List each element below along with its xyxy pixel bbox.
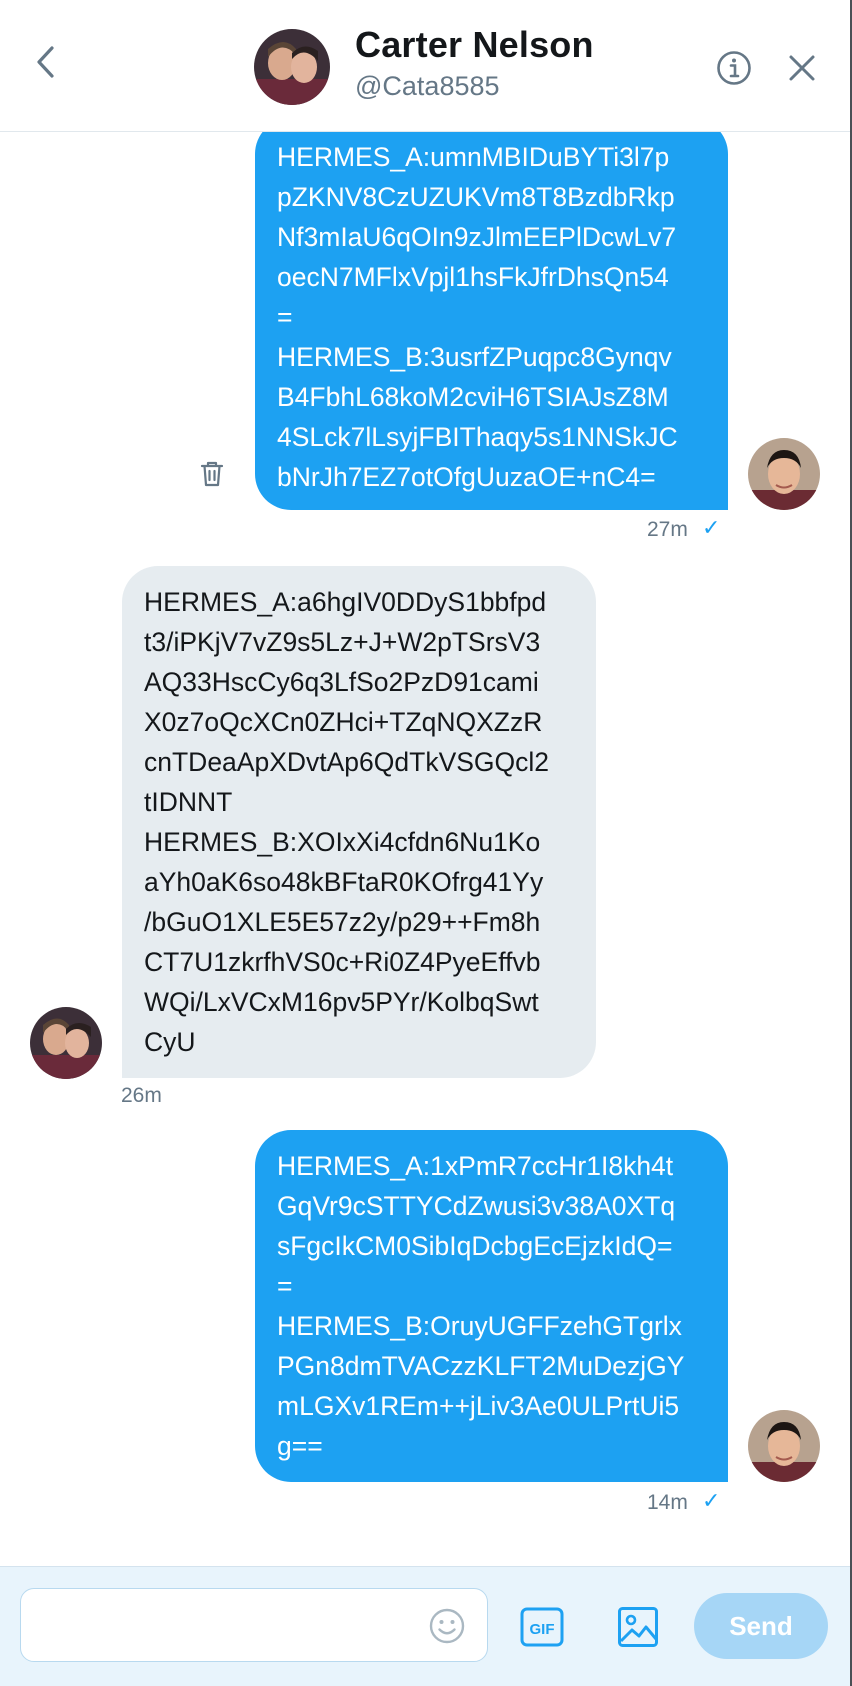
message-line: aYh0aK6so48kBFtaR0KOfrg41Yy — [144, 867, 544, 897]
contact-avatar-image — [30, 1007, 102, 1079]
my-avatar[interactable] — [748, 1410, 820, 1482]
trash-icon — [200, 461, 224, 487]
message-line: GqVr9cSTTYCdZwusi3v38A0XTq — [277, 1191, 676, 1221]
my-avatar-image — [748, 438, 820, 510]
dm-conversation-panel: Carter Nelson @Cata8585 HERMES_A:umnMBID… — [0, 0, 850, 1686]
message-input[interactable] — [20, 1588, 488, 1662]
gif-button[interactable]: GIF — [520, 1607, 564, 1647]
message-line: CyU — [144, 1027, 196, 1057]
info-icon — [717, 51, 751, 85]
message-line: HERMES_A:umnMBIDuBYTi3l7p — [277, 142, 670, 172]
message-line: sFgcIkCM0SibIqDcbgEcEjzkIdQ= — [277, 1231, 673, 1261]
message-timestamp: 27m — [647, 518, 688, 541]
smiley-icon — [429, 1608, 465, 1644]
close-icon — [789, 55, 815, 81]
message-composer: GIF Send — [0, 1566, 850, 1686]
message-line: HERMES_B:OruyUGFFzehGTgrlx — [277, 1311, 682, 1341]
message-timestamp: 14m — [647, 1491, 688, 1514]
checkmark-icon: ✓ — [702, 1488, 721, 1513]
conversation-header: Carter Nelson @Cata8585 — [0, 0, 850, 132]
message-line: g== — [277, 1431, 323, 1461]
message-line: AQ33HscCy6q3LfSo2PzD91cami — [144, 667, 539, 697]
checkmark-icon: ✓ — [702, 515, 721, 540]
message-line: CT7U1zkrfhVS0c+Ri0Z4PyeEffvb — [144, 947, 541, 977]
message-timestamp: 26m — [121, 1084, 162, 1107]
message-line: HERMES_B:XOIxXi4cfdn6Nu1Ko — [144, 827, 541, 857]
message-line: Nf3mIaU6qOIn9zJlmEEPlDcwLv7 — [277, 222, 677, 252]
message-line: B4FbhL68koM2cviH6TSIAJsZ8M — [277, 382, 669, 412]
message-line: tIDNNT — [144, 787, 233, 817]
message-line: HERMES_A:a6hgIV0DDyS1bbfpd — [144, 587, 547, 617]
message-line: mLGXv1REm++jLiv3Ae0ULPrtUi5 — [277, 1391, 680, 1421]
contact-handle: @Cata8585 — [355, 71, 500, 101]
message-line: WQi/LxVCxM16pv5PYr/KolbqSwt — [144, 987, 539, 1017]
contact-name[interactable]: Carter Nelson — [355, 24, 594, 66]
my-avatar[interactable] — [748, 438, 820, 510]
conversation-info-button[interactable] — [712, 46, 756, 90]
message-line: /bGuO1XLE5E57z2y/p29++Fm8h — [144, 907, 541, 937]
message-line: bNrJh7EZ7otOfgUuzaOE+nC4= — [277, 462, 656, 492]
gif-label: GIF — [530, 1621, 555, 1638]
gif-icon: GIF — [520, 1607, 564, 1647]
chevron-left-icon — [37, 46, 54, 78]
emoji-button[interactable] — [428, 1607, 468, 1647]
message-line: oecN7MFlxVpjl1hsFkJfrDhsQn54 — [277, 262, 669, 292]
message-bubble-sent[interactable]: HERMES_A:umnMBIDuBYTi3l7p pZKNV8CzUZUKVm… — [255, 118, 728, 510]
message-line: HERMES_A:1xPmR7ccHr1I8kh4t — [277, 1151, 674, 1181]
message-line: X0z7oQcXCn0ZHci+TZqNQXZzR — [144, 707, 543, 737]
message-bubble-sent[interactable]: HERMES_A:1xPmR7ccHr1I8kh4t GqVr9cSTTYCdZ… — [255, 1130, 728, 1482]
back-button[interactable] — [26, 42, 66, 82]
close-button[interactable] — [780, 46, 824, 90]
add-image-button[interactable] — [617, 1605, 659, 1649]
message-line: = — [277, 1271, 293, 1301]
message-line: cnTDeaApXDvtAp6QdTkVSGQcl2 — [144, 747, 550, 777]
image-icon — [618, 1607, 658, 1647]
message-line: t3/iPKjV7vZ9s5Lz+J+W2pTSrsV3 — [144, 627, 541, 657]
message-line: PGn8dmTVACzzKLFT2MuDezjGY — [277, 1351, 685, 1381]
message-line: = — [277, 302, 293, 332]
contact-avatar-small[interactable] — [30, 1007, 102, 1079]
send-button[interactable]: Send — [694, 1593, 828, 1659]
message-line: 4SLck7lLsyjFBIThaqy5s1NNSkJC — [277, 422, 678, 452]
message-line: pZKNV8CzUZUKVm8T8BzdbRkp — [277, 182, 675, 212]
contact-avatar[interactable] — [254, 29, 330, 105]
message-line: HERMES_B:3usrfZPuqpc8Gynqv — [277, 342, 672, 372]
message-bubble-received[interactable]: HERMES_A:a6hgIV0DDyS1bbfpd t3/iPKjV7vZ9s… — [122, 566, 596, 1078]
my-avatar-image — [748, 1410, 820, 1482]
delete-message-button[interactable] — [199, 460, 227, 490]
contact-avatar-image — [254, 29, 330, 105]
